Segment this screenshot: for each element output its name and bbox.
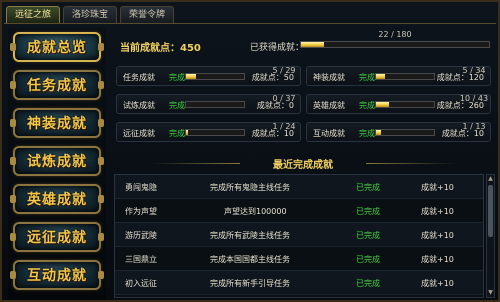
obtained-count: 22 / 180 [378, 30, 412, 39]
sidebar: 成就总览 任务成就 神装成就 试炼成就 英雄成就 远征成就 互动成就 [8, 28, 106, 300]
list-item[interactable]: 游历武陵 完成所有武陵主线任务 已完成 成就+10 [115, 223, 483, 247]
category-progress-fill [376, 130, 381, 135]
category-name: 远征成就 [123, 129, 155, 138]
category-card-hero[interactable]: 英雄成就 完成 10 / 43 成就点：260 [306, 94, 491, 114]
category-status: 完成 [359, 73, 375, 82]
category-name: 互动成就 [313, 129, 345, 138]
sidebar-item-trial[interactable]: 试炼成就 [10, 146, 104, 176]
achievement-window: 远征之旅 洛珍珠宝 荣誉令牌 成就总览 任务成就 神装成就 试炼成就 英雄成就 … [0, 0, 500, 302]
sidebar-item-overview[interactable]: 成就总览 [10, 32, 104, 62]
category-status: 完成 [169, 101, 185, 110]
category-status: 完成 [169, 129, 185, 138]
list-scrollbar[interactable]: ▲ ▼ [486, 174, 495, 298]
category-card-trial[interactable]: 试炼成就 完成 0 / 37 成就点：0 [116, 94, 301, 114]
category-name: 试炼成就 [123, 101, 155, 110]
achievement-status: 已完成 [356, 183, 380, 192]
category-card-interaction[interactable]: 互动成就 完成 1 / 13 成就点：10 [306, 122, 491, 142]
category-progress-fill [376, 102, 390, 107]
list-item[interactable]: 初入远征 完成所有新手引导任务 已完成 成就+10 [115, 271, 483, 295]
sidebar-item-interaction[interactable]: 互动成就 [10, 260, 104, 290]
achievement-desc: 完成所有武陵主线任务 [210, 231, 290, 240]
obtained-label: 已获得成就： [250, 43, 305, 53]
category-progress-bar: 10 / 43 [375, 94, 488, 108]
category-progress-fill [186, 74, 196, 79]
achievement-points: 成就+10 [421, 279, 454, 288]
scroll-down-icon[interactable]: ▼ [487, 289, 494, 297]
achievement-name: 初入远征 [125, 279, 157, 288]
scroll-thumb[interactable] [488, 185, 493, 237]
achievement-points: 成就+10 [421, 207, 454, 216]
achievement-points: 成就+10 [421, 183, 454, 192]
sidebar-item-quest[interactable]: 任务成就 [10, 70, 104, 100]
achievement-status: 已完成 [356, 231, 380, 240]
category-points: 成就点：50 [251, 73, 294, 82]
recent-title: 最近完成成就 [110, 156, 496, 172]
list-item[interactable]: 勇闯鬼隐 完成所有鬼隐主线任务 已完成 成就+10 [115, 175, 483, 199]
achievement-status: 已完成 [356, 255, 380, 264]
category-card-equipment[interactable]: 神装成就 完成 5 / 34 成就点：120 [306, 66, 491, 86]
category-progress-bar: 1 / 13 [375, 122, 486, 136]
tab-divider [4, 23, 496, 24]
category-status: 完成 [169, 73, 185, 82]
achievement-status: 已完成 [356, 279, 380, 288]
recent-list: 勇闯鬼隐 完成所有鬼隐主线任务 已完成 成就+10 作为声望 声望达到10000… [114, 174, 484, 298]
list-item[interactable]: 作为声望 声望达到100000 已完成 成就+10 [115, 199, 483, 223]
achievement-desc: 完成本国国都主线任务 [210, 255, 290, 264]
achievement-name: 三国鼎立 [125, 255, 157, 264]
category-progress-bar: 0 / 37 [185, 94, 296, 108]
achievement-desc: 声望达到100000 [224, 207, 287, 216]
achievement-name: 游历武陵 [125, 231, 157, 240]
obtained-progress-fill [301, 42, 324, 47]
category-progress-fill [186, 130, 189, 135]
category-points: 成就点：0 [256, 101, 294, 110]
sidebar-item-hero[interactable]: 英雄成就 [10, 184, 104, 214]
tab-expedition[interactable]: 远征之旅 [6, 6, 61, 23]
list-item[interactable]: 三国鼎立 完成本国国都主线任务 已完成 成就+10 [115, 247, 483, 271]
category-points: 成就点：10 [251, 129, 294, 138]
tab-honor[interactable]: 荣誉令牌 [120, 6, 175, 23]
top-tabs: 远征之旅 洛珍珠宝 荣誉令牌 [6, 6, 175, 23]
category-progress-fill [376, 74, 385, 79]
category-progress-bar: 5 / 34 [375, 66, 486, 80]
category-card-expedition[interactable]: 远征成就 完成 1 / 24 成就点：10 [116, 122, 301, 142]
sidebar-item-equipment[interactable]: 神装成就 [10, 108, 104, 138]
category-points: 成就点：260 [436, 101, 484, 110]
category-status: 完成 [359, 101, 375, 110]
category-card-quest[interactable]: 任务成就 完成 5 / 29 成就点：50 [116, 66, 301, 86]
main-panel: 当前成就点：450 已获得成就： 22 / 180 任务成就 完成 5 / 29… [110, 28, 496, 300]
category-name: 任务成就 [123, 73, 155, 82]
achievement-points: 成就+10 [421, 231, 454, 240]
achievement-name: 勇闯鬼隐 [125, 183, 157, 192]
achievement-points: 成就+10 [421, 255, 454, 264]
category-progress-bar: 1 / 24 [185, 122, 296, 136]
category-name: 神装成就 [313, 73, 345, 82]
category-progress-bar: 5 / 29 [185, 66, 296, 80]
obtained-progress-bar [300, 41, 490, 48]
category-status: 完成 [359, 129, 375, 138]
achievement-status: 已完成 [356, 207, 380, 216]
achievement-name: 作为声望 [125, 207, 157, 216]
achievement-desc: 完成所有新手引导任务 [210, 279, 290, 288]
achievement-desc: 完成所有鬼隐主线任务 [210, 183, 290, 192]
sidebar-item-expedition[interactable]: 远征成就 [10, 222, 104, 252]
category-points: 成就点：120 [436, 73, 484, 82]
category-name: 英雄成就 [313, 101, 345, 110]
current-points: 当前成就点：450 [120, 43, 201, 54]
tab-treasure[interactable]: 洛珍珠宝 [63, 6, 118, 23]
category-points: 成就点：10 [441, 129, 484, 138]
scroll-up-icon[interactable]: ▲ [487, 175, 494, 183]
